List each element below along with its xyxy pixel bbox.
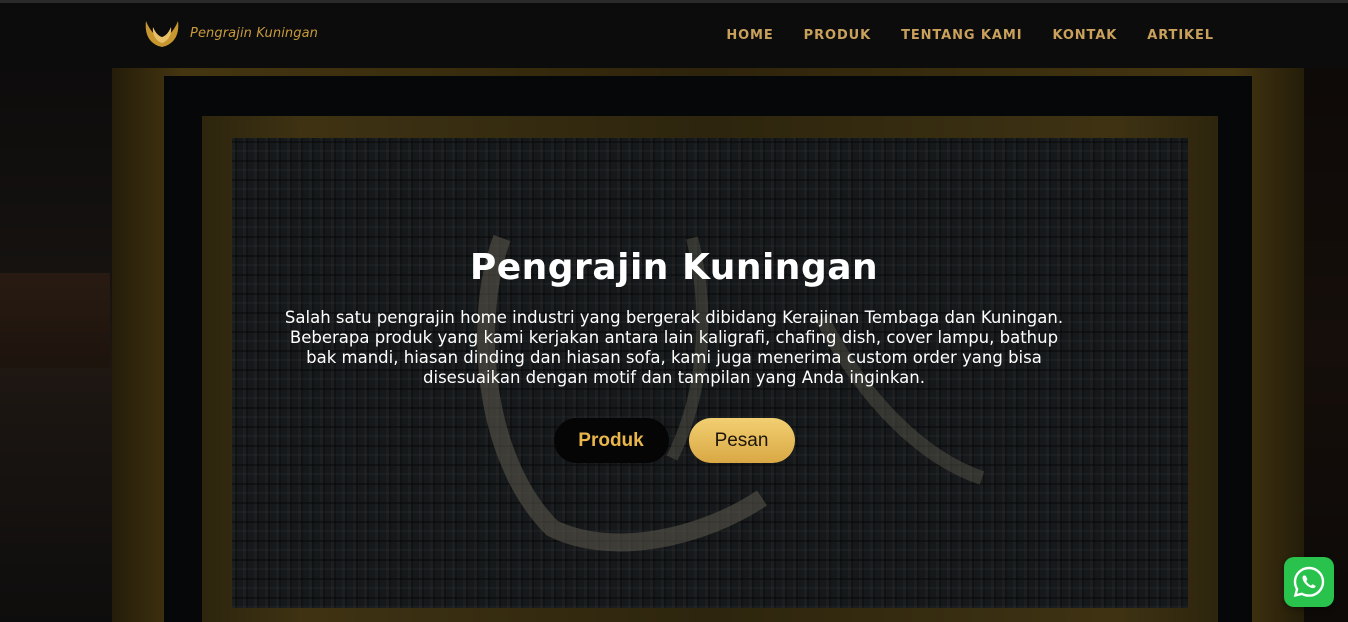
pesan-button[interactable]: Pesan: [688, 418, 795, 463]
nav-tentang-kami[interactable]: TENTANG KAMI: [901, 28, 1022, 43]
brand-name: Pengrajin Kuningan: [190, 25, 318, 41]
nav-artikel[interactable]: ARTIKEL: [1147, 28, 1214, 43]
navbar: Pengrajin Kuningan HOME PRODUK TENTANG K…: [0, 3, 1348, 68]
golden-wings-logo-icon: [142, 17, 182, 49]
hero-content: Pengrajin Kuningan Salah satu pengrajin …: [0, 246, 1348, 463]
hero-description: Salah satu pengrajin home industri yang …: [284, 308, 1064, 387]
hero-section: Pengrajin Kuningan Salah satu pengrajin …: [0, 68, 1348, 622]
whatsapp-icon: [1293, 566, 1325, 598]
hero-buttons: Produk Pesan: [0, 418, 1348, 463]
hero-title: Pengrajin Kuningan: [469, 247, 879, 288]
whatsapp-button[interactable]: [1284, 557, 1334, 607]
produk-button[interactable]: Produk: [553, 418, 669, 463]
nav-home[interactable]: HOME: [726, 28, 773, 43]
nav-produk[interactable]: PRODUK: [804, 28, 871, 43]
brand-link[interactable]: Pengrajin Kuningan: [142, 17, 318, 49]
main-nav: HOME PRODUK TENTANG KAMI KONTAK ARTIKEL: [726, 28, 1214, 43]
nav-kontak[interactable]: KONTAK: [1052, 28, 1117, 43]
